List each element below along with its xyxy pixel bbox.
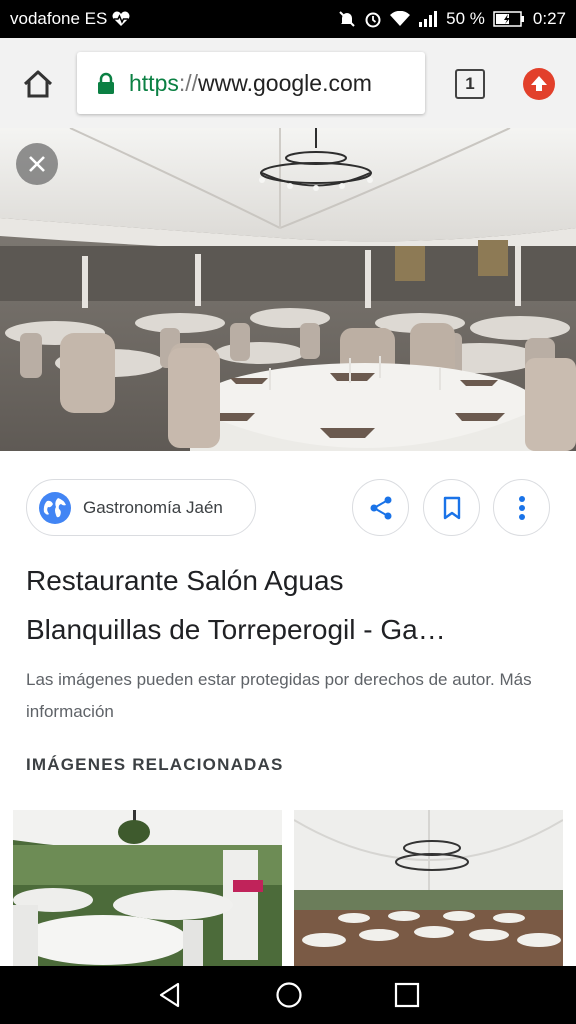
home-icon — [23, 70, 53, 98]
battery-percent: 50 % — [446, 9, 485, 28]
update-button[interactable] — [523, 68, 555, 100]
bookmark-icon — [443, 496, 460, 519]
signal-icon — [419, 11, 438, 27]
source-chip[interactable]: Gastronomía Jaén — [26, 479, 256, 536]
tab-switcher-button[interactable]: 1 — [455, 69, 485, 99]
status-icons: 50 % 0:27 — [338, 9, 566, 29]
carrier-group: vodafone ES — [10, 9, 131, 29]
battery-charging-icon — [493, 11, 524, 27]
url-separator: :// — [178, 69, 199, 96]
status-bar: vodafone ES 50 % 0:27 — [0, 0, 576, 38]
result-title-line-2: Blanquillas de Torreperogil - Ga… — [26, 614, 446, 645]
related-image-2[interactable] — [294, 810, 563, 966]
related-image-1-illustration — [13, 810, 282, 966]
clock: 0:27 — [532, 9, 566, 28]
related-image-2-illustration — [294, 810, 563, 966]
related-image-1[interactable] — [13, 810, 282, 966]
banquet-hall-illustration — [0, 128, 576, 451]
more-options-button[interactable] — [493, 479, 550, 536]
home-circle-icon[interactable] — [275, 981, 303, 1009]
result-image — [0, 128, 576, 451]
wifi-icon — [390, 11, 411, 26]
update-arrow-icon — [531, 76, 547, 91]
close-image-button[interactable] — [16, 143, 58, 185]
share-icon — [370, 496, 391, 519]
url-host: www.google.com — [198, 69, 372, 96]
alarm-icon — [365, 12, 381, 28]
browser-toolbar: https://www.google.com 1 — [0, 38, 576, 128]
heart-rate-icon — [112, 11, 130, 26]
globe-icon — [39, 491, 71, 524]
system-navigation-bar — [0, 966, 576, 1024]
copyright-notice[interactable]: Las imágenes pueden estar protegidas por… — [26, 664, 546, 728]
close-icon — [29, 156, 45, 172]
mute-icon — [339, 11, 355, 27]
url-bar[interactable]: https://www.google.com — [77, 52, 425, 114]
share-button[interactable] — [352, 479, 409, 536]
back-icon[interactable] — [156, 981, 184, 1009]
lock-icon — [98, 72, 114, 94]
result-title[interactable]: Restaurante Salón Aguas Blanquillas de T… — [26, 556, 556, 654]
carrier-name: vodafone ES — [10, 9, 108, 28]
save-button[interactable] — [423, 479, 480, 536]
result-title-line-1: Restaurante Salón Aguas — [26, 565, 344, 596]
source-name: Gastronomía Jaén — [83, 497, 223, 517]
url-scheme: https — [129, 69, 179, 96]
more-vert-icon — [518, 495, 525, 520]
related-images-heading: IMÁGENES RELACIONADAS — [26, 755, 284, 774]
recents-icon[interactable] — [394, 982, 420, 1008]
home-button[interactable] — [18, 64, 58, 104]
